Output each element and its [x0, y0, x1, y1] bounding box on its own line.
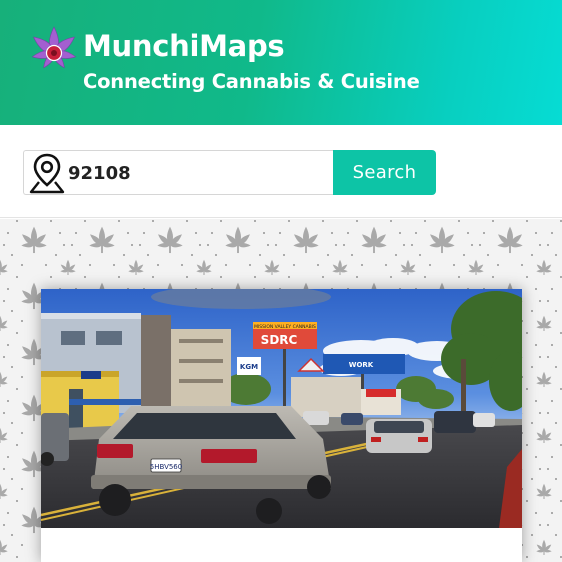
billboard-side-text: WORK — [349, 361, 374, 369]
location-card[interactable]: MISSION VALLEY CANNABIS SDRC WORK KGM 5H… — [41, 289, 522, 562]
store-sign-text: KGM — [240, 363, 258, 371]
cannabis-leaf-logo-icon[interactable] — [28, 26, 80, 80]
map-pin-icon — [29, 153, 65, 194]
app-header: MunchiMaps Connecting Cannabis & Cuisine — [0, 0, 562, 125]
billboard-banner-text: MISSION VALLEY CANNABIS — [254, 324, 316, 330]
app-title[interactable]: MunchiMaps — [83, 29, 285, 63]
app-tagline: Connecting Cannabis & Cuisine — [83, 70, 420, 93]
street-scene-image: MISSION VALLEY CANNABIS SDRC WORK KGM 5H… — [41, 289, 522, 528]
billboard-main-text: SDRC — [261, 333, 298, 347]
zip-search-field[interactable] — [23, 150, 333, 195]
search-bar: Search — [0, 125, 562, 218]
license-plate-text: 5HBV560 — [150, 463, 182, 471]
search-input[interactable] — [68, 159, 318, 187]
search-button[interactable]: Search — [333, 150, 436, 195]
